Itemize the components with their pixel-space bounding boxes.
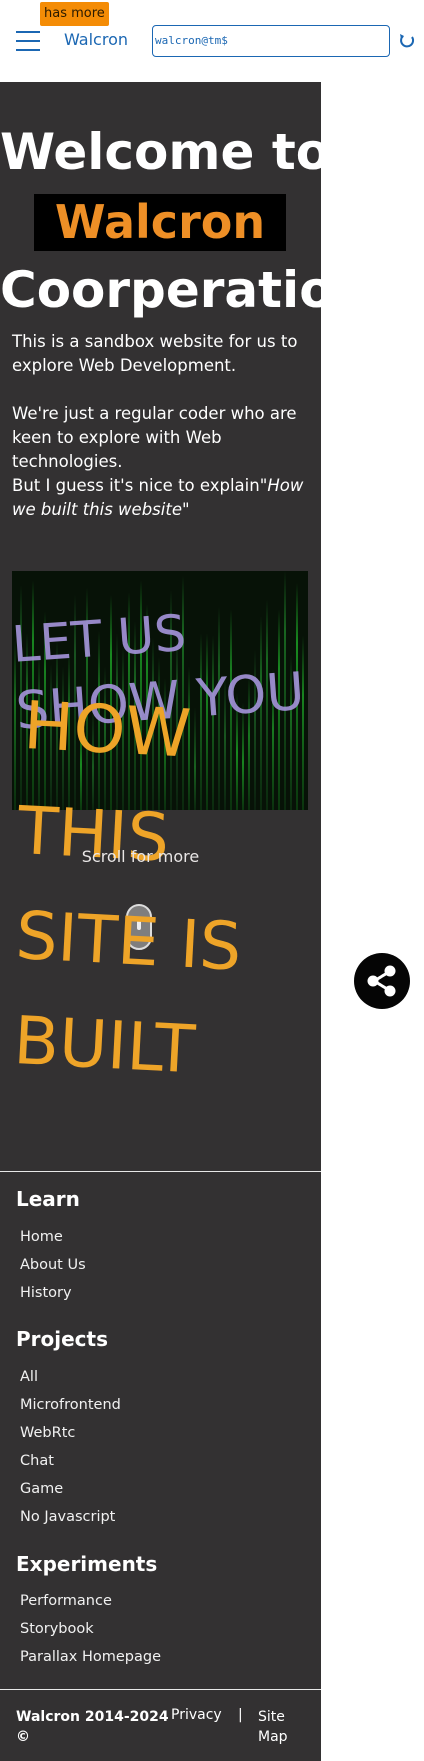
footer-section-projects-title: Projects — [16, 1327, 109, 1351]
copyright-symbol: © — [16, 1729, 30, 1745]
cooperation-heading: Coorperatio — [0, 261, 321, 319]
footer-bottom: Walcron 2014-2024 © Privacy | Site Map — [0, 1689, 321, 1761]
copyright-years: Walcron 2014-2024 — [16, 1709, 169, 1725]
hamburger-icon[interactable] — [16, 31, 40, 51]
lilac-text-let-us: LET US — [10, 603, 188, 674]
footer-separator: | — [238, 1707, 243, 1723]
sitemap-link[interactable]: Site Map — [258, 1707, 298, 1747]
brand-link[interactable]: Walcron — [64, 30, 128, 49]
footer-link-microfrontend[interactable]: Microfrontend — [20, 1397, 121, 1413]
orange-text-built: BUILT — [11, 1002, 197, 1089]
orange-text-site-is: SITE IS — [13, 897, 244, 986]
footer-link-no-javascript[interactable]: No Javascript — [20, 1509, 115, 1525]
header: has more Walcron walcron@tm$ — [0, 0, 424, 82]
intro-text: This is a sandbox website for us to expl… — [12, 330, 308, 522]
footer-link-home[interactable]: Home — [20, 1229, 63, 1245]
footer-section-experiments-title: Experiments — [16, 1552, 158, 1576]
footer-link-history[interactable]: History — [20, 1285, 72, 1301]
intro-paragraph-2: We're just a regular coder who are keen … — [12, 404, 297, 471]
share-icon — [367, 965, 396, 997]
privacy-link[interactable]: Privacy — [171, 1707, 222, 1723]
share-button[interactable] — [354, 953, 410, 1009]
intro-paragraph-3: But I guess it's nice to explain"How we … — [12, 476, 304, 519]
footer-link-webrtc[interactable]: WebRtc — [20, 1425, 75, 1441]
footer-link-parallax-homepage[interactable]: Parallax Homepage — [20, 1649, 161, 1665]
terminal-input[interactable]: walcron@tm$ — [152, 25, 390, 57]
footer-link-chat[interactable]: Chat — [20, 1453, 54, 1469]
has-more-badge: has more — [40, 2, 109, 26]
footer-links: Learn Home About Us History Projects All… — [0, 1171, 321, 1689]
scroll-hint: Scroll for more — [81, 847, 200, 866]
footer-link-performance[interactable]: Performance — [20, 1593, 112, 1609]
refresh-icon[interactable] — [398, 32, 416, 50]
orange-text-how: HOW — [21, 687, 193, 773]
footer-link-storybook[interactable]: Storybook — [20, 1621, 94, 1637]
hero-section: Welcome to Walcron Coorperatio This is a… — [0, 82, 321, 1171]
copyright: Walcron 2014-2024 © — [16, 1707, 169, 1747]
welcome-heading: Welcome to — [0, 123, 321, 181]
footer-link-all[interactable]: All — [20, 1369, 38, 1385]
intro-paragraph-1: This is a sandbox website for us to expl… — [12, 332, 298, 375]
brand-highlight: Walcron — [34, 194, 286, 251]
footer-link-game[interactable]: Game — [20, 1481, 63, 1497]
footer-section-learn-title: Learn — [16, 1187, 80, 1211]
footer-link-about-us[interactable]: About Us — [20, 1257, 86, 1273]
